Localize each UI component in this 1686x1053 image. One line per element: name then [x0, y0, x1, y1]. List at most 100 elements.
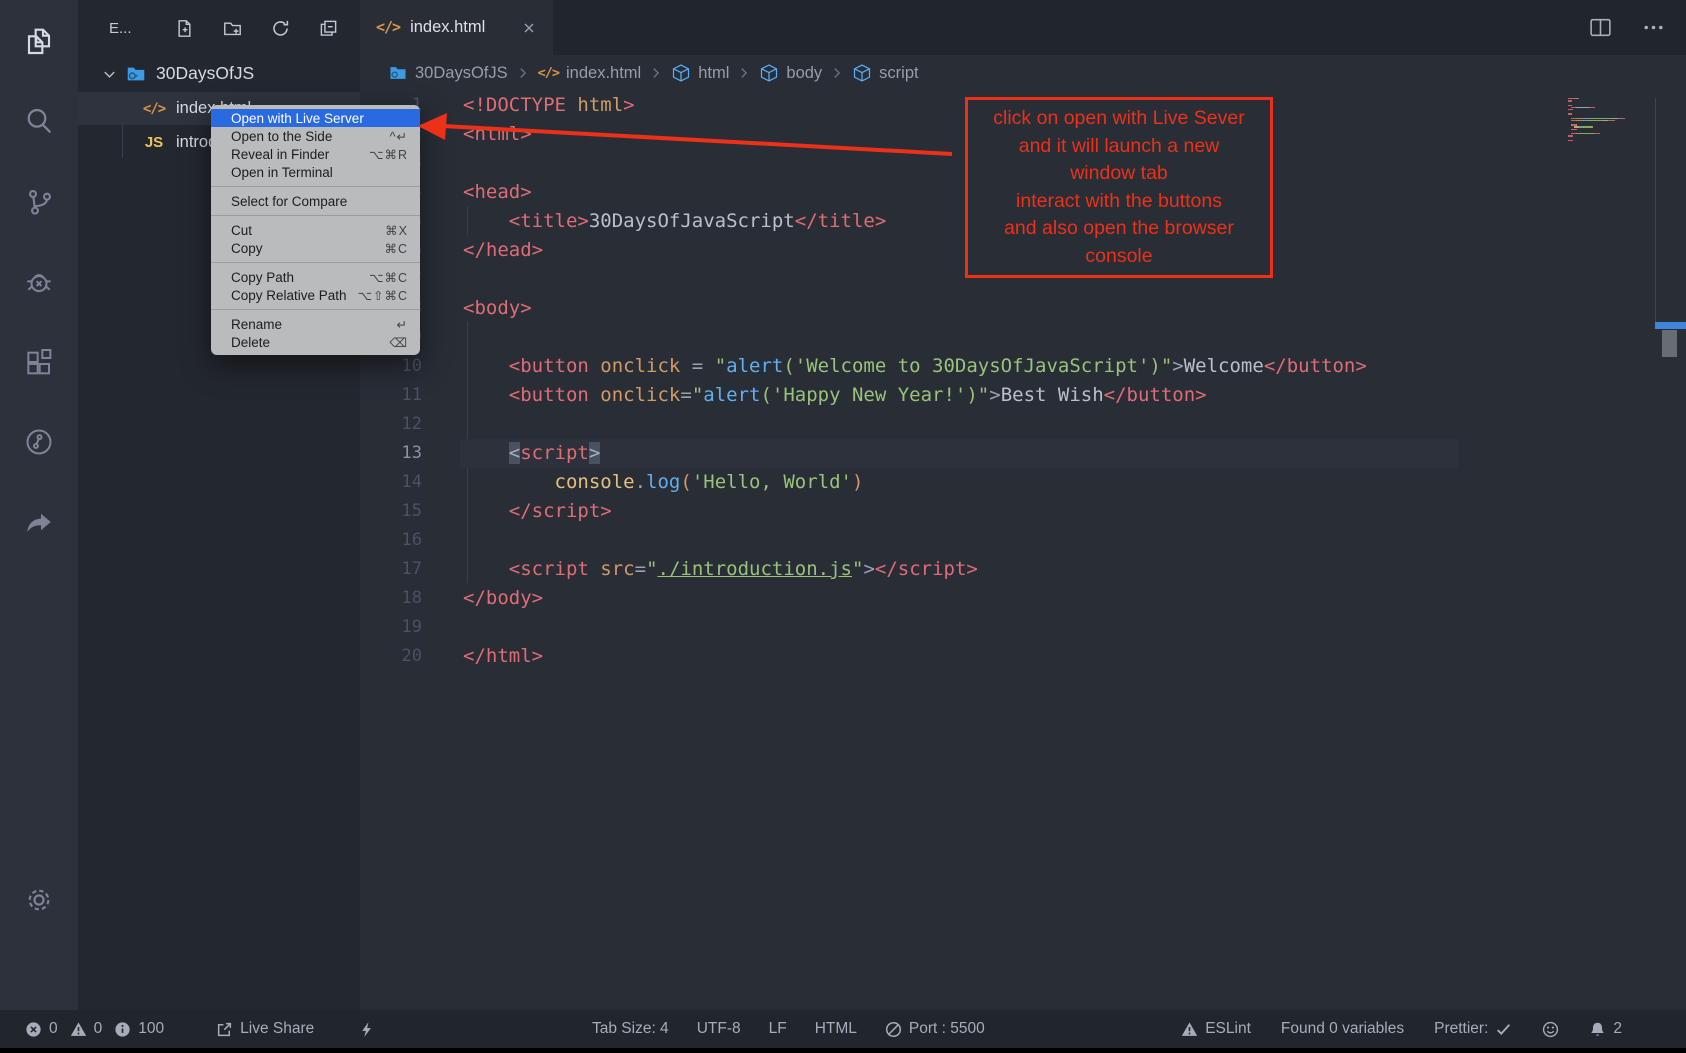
- menu-item-copy[interactable]: Copy⌘C: [211, 239, 420, 257]
- code-line-content: <body>: [463, 294, 532, 323]
- line-number: 20: [360, 642, 422, 671]
- lightning-icon: [358, 1021, 375, 1038]
- breadcrumb-body[interactable]: body: [759, 63, 822, 83]
- extensions-icon[interactable]: [23, 346, 55, 378]
- menu-item-label: Copy: [231, 241, 384, 256]
- menu-item-select-for-compare[interactable]: Select for Compare: [211, 192, 420, 210]
- menu-item-cut[interactable]: Cut⌘X: [211, 221, 420, 239]
- menu-item-shortcut: ⌘X: [385, 223, 408, 238]
- minimap-line: [1568, 124, 1658, 125]
- minimap[interactable]: [1568, 98, 1658, 142]
- code-line-20: 20</html>: [360, 642, 1686, 671]
- scrollbar-thumb[interactable]: [1662, 330, 1677, 357]
- html-file-icon: </>: [376, 18, 400, 37]
- status-item-lightning[interactable]: [358, 1021, 375, 1038]
- status-item-label: Port : 5500: [909, 1020, 985, 1038]
- code-line-13: 13 <script>: [360, 439, 1686, 468]
- settings-gear-icon[interactable]: [23, 884, 55, 916]
- code-line-content: </body>: [463, 584, 543, 613]
- status-item-port-5500[interactable]: Port : 5500: [885, 1020, 985, 1038]
- line-number: 19: [360, 613, 422, 642]
- menu-separator: [211, 215, 420, 216]
- menu-item-rename[interactable]: Rename↵: [211, 315, 420, 333]
- tree-item-root-folder[interactable]: 30DaysOfJS: [78, 57, 360, 90]
- new-folder-icon[interactable]: [223, 19, 242, 38]
- external-link-icon: [216, 1021, 233, 1038]
- more-actions-icon[interactable]: [1641, 15, 1666, 40]
- overview-ruler-marker: [1655, 322, 1686, 329]
- status-item-tab-size-4[interactable]: Tab Size: 4: [592, 1020, 669, 1038]
- status-item-smiley[interactable]: [1542, 1021, 1559, 1038]
- code-line-content: <button onclick="alert('Happy New Year!'…: [463, 381, 1207, 410]
- status-item-label: UTF-8: [697, 1020, 741, 1038]
- close-icon[interactable]: [521, 20, 537, 36]
- line-number: 18: [360, 584, 422, 613]
- warning-triangle-icon: [70, 1021, 87, 1038]
- explorer-icon[interactable]: [23, 25, 55, 57]
- source-control-icon[interactable]: [23, 186, 55, 218]
- menu-item-open-with-live-server[interactable]: Open with Live Server: [211, 109, 420, 127]
- minimap-line: [1568, 116, 1658, 117]
- code-icon: </>: [538, 65, 559, 81]
- line-number: 17: [360, 555, 422, 584]
- tree-root-label: 30DaysOfJS: [156, 63, 254, 84]
- search-icon[interactable]: [23, 105, 55, 137]
- status-item-0[interactable]: 0: [25, 1020, 58, 1038]
- status-item-label: 2: [1613, 1020, 1622, 1038]
- status-item-lf[interactable]: LF: [769, 1020, 787, 1038]
- status-item-label: ESLint: [1205, 1020, 1251, 1038]
- menu-item-copy-relative-path[interactable]: Copy Relative Path⌥⇧⌘C: [211, 286, 420, 304]
- breadcrumb-30daysofjs[interactable]: 30DaysOfJS: [388, 63, 508, 83]
- menu-item-reveal-in-finder[interactable]: Reveal in Finder⌥⌘R: [211, 145, 420, 163]
- breadcrumb-html[interactable]: html: [671, 63, 729, 83]
- tab-index-html[interactable]: </> index.html: [360, 0, 553, 55]
- menu-item-open-to-the-side[interactable]: Open to the Side^↵: [211, 127, 420, 145]
- status-item-100[interactable]: 100: [114, 1020, 164, 1038]
- status-right-group: ESLint Found 0 variables Prettier: 2: [1181, 1010, 1622, 1048]
- minimap-line: [1568, 107, 1658, 108]
- status-item-utf-8[interactable]: UTF-8: [697, 1020, 741, 1038]
- status-item-2[interactable]: 2: [1589, 1020, 1622, 1038]
- code-line-content: <head>: [463, 178, 532, 207]
- breadcrumb-label: html: [698, 64, 729, 83]
- line-number: 14: [360, 468, 422, 497]
- chevron-down-icon: [102, 66, 117, 81]
- status-item-0[interactable]: 0: [70, 1020, 103, 1038]
- history-circle-icon[interactable]: [23, 426, 55, 458]
- info-circle-icon: [114, 1021, 131, 1038]
- minimap-line: [1568, 137, 1658, 138]
- debug-icon[interactable]: [23, 266, 55, 298]
- status-item-live-share[interactable]: Live Share: [216, 1020, 314, 1038]
- split-editor-icon[interactable]: [1588, 15, 1613, 40]
- editor-actions: [1588, 0, 1666, 55]
- minimap-line: [1568, 140, 1658, 141]
- code-line-15: 15 </script>: [360, 497, 1686, 526]
- line-number: 13: [360, 439, 422, 468]
- warning-triangle-icon: [1181, 1021, 1198, 1038]
- tab-bar: </> index.html: [360, 0, 1686, 55]
- cube-icon: [759, 63, 779, 83]
- code-line-content: console.log('Hello, World'): [463, 468, 863, 497]
- code-line-content: <title>30DaysOfJavaScript</title>: [463, 207, 886, 236]
- tab-label: index.html: [410, 18, 485, 37]
- status-item-html[interactable]: HTML: [815, 1020, 857, 1038]
- code-line-content: </head>: [463, 236, 543, 265]
- menu-item-delete[interactable]: Delete⌫: [211, 333, 420, 351]
- share-forward-icon[interactable]: [23, 506, 55, 538]
- error-circle-icon: [25, 1021, 42, 1038]
- breadcrumb-script[interactable]: script: [852, 63, 918, 83]
- menu-item-label: Select for Compare: [231, 194, 408, 209]
- collapse-all-icon[interactable]: [319, 19, 338, 38]
- menu-item-open-in-terminal[interactable]: Open in Terminal: [211, 163, 420, 181]
- status-item-eslint[interactable]: ESLint: [1181, 1020, 1251, 1038]
- smiley-icon: [1542, 1021, 1559, 1038]
- menu-item-shortcut: ^↵: [390, 129, 408, 144]
- refresh-icon[interactable]: [271, 19, 290, 38]
- menu-item-copy-path[interactable]: Copy Path⌥⌘C: [211, 268, 420, 286]
- menu-item-label: Open with Live Server: [231, 111, 408, 126]
- status-item-prettier[interactable]: Prettier:: [1434, 1020, 1512, 1038]
- status-item-found-0-variables[interactable]: Found 0 variables: [1281, 1020, 1404, 1038]
- new-file-icon[interactable]: [175, 19, 194, 38]
- breadcrumb-index-html[interactable]: </>index.html: [538, 64, 642, 83]
- minimap-line: [1568, 135, 1658, 136]
